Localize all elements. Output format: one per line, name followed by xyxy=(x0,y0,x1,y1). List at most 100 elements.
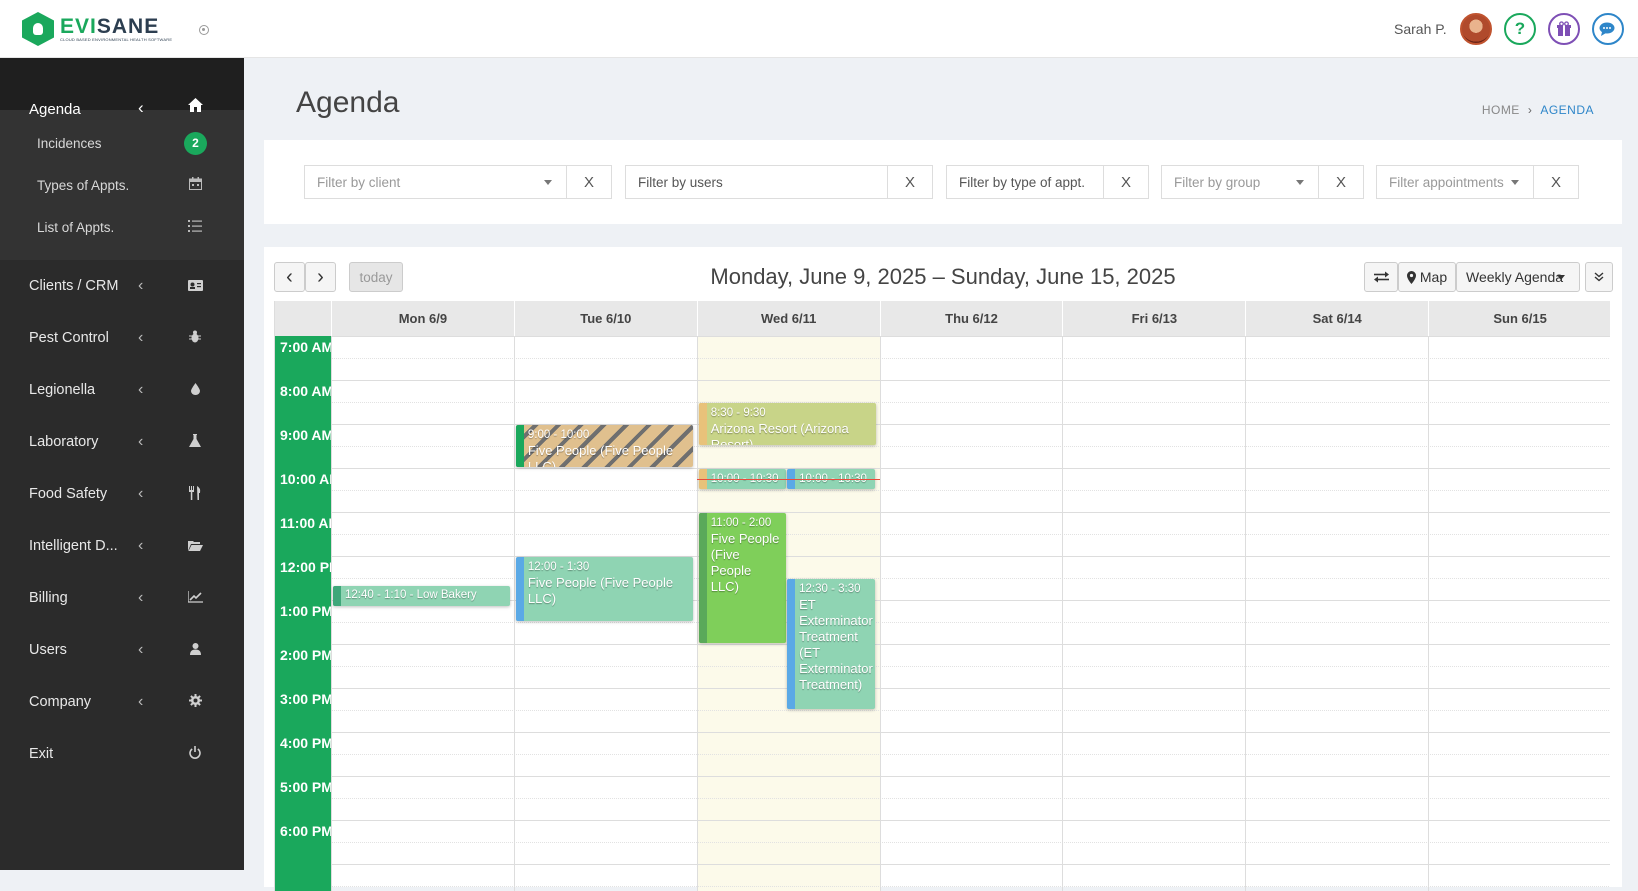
appointment-event[interactable]: 12:30 - 3:30 ET Exterminator Treatment (E… xyxy=(787,579,875,709)
avatar[interactable] xyxy=(1460,13,1492,45)
event-color-bar xyxy=(333,586,341,607)
swap-button[interactable] xyxy=(1364,262,1398,292)
sidebar-item-users[interactable]: Users ‹ xyxy=(0,624,244,676)
more-options-button[interactable] xyxy=(1585,262,1613,292)
sidebar-item-label: Types of Appts. xyxy=(37,177,130,193)
time-slot-label: 4:00 PM xyxy=(280,735,333,751)
chat-button[interactable] xyxy=(1592,13,1624,45)
day-header[interactable]: Sun 6/15 xyxy=(1428,301,1610,336)
group-filter-clear-button[interactable]: X xyxy=(1319,166,1363,198)
sidebar-item-incidences[interactable]: Incidences 2 xyxy=(0,122,244,164)
day-header[interactable]: Thu 6/12 xyxy=(879,301,1063,336)
sidebar-item-exit[interactable]: Exit xyxy=(0,728,244,780)
logo-name-a: EVI xyxy=(60,14,97,38)
bug-shield-logo-icon xyxy=(22,12,54,46)
half-hour-gridline xyxy=(331,358,1610,359)
event-color-bar xyxy=(698,403,707,445)
sidebar-item-agenda[interactable]: Agenda ‹ xyxy=(0,58,244,118)
time-slot-label: 3:00 PM xyxy=(280,691,333,707)
appt-type-filter: Filter by type of appt. X xyxy=(946,165,1149,199)
user-name[interactable]: Sarah P. xyxy=(1394,21,1447,37)
time-slot-label: 2:00 PM xyxy=(280,647,333,663)
sidebar-toggle-icon[interactable] xyxy=(199,25,209,35)
chevron-left-icon: ‹ xyxy=(138,433,144,450)
users-filter-input[interactable]: Filter by users xyxy=(626,166,888,198)
chevron-left-icon: ‹ xyxy=(138,537,144,554)
half-hour-gridline xyxy=(331,666,1610,667)
chevron-left-icon: ‹ xyxy=(138,589,144,606)
breadcrumb-separator: › xyxy=(1527,103,1533,117)
sidebar-item-billing[interactable]: Billing ‹ xyxy=(0,572,244,624)
calendar-panel: ‹ › today Monday, June 9, 2025 – Sunday,… xyxy=(264,247,1622,891)
time-axis-column: 7:00 AM 8:00 AM 9:00 AM 10:00 AM 11:00 AM 12:… xyxy=(275,336,341,891)
half-hour-gridline xyxy=(331,842,1610,843)
sidebar-item-legionella[interactable]: Legionella ‹ xyxy=(0,364,244,416)
hour-gridline xyxy=(331,776,1610,777)
sidebar-item-clients-crm[interactable]: Clients / CRM ‹ xyxy=(0,260,244,312)
sidebar-item-laboratory[interactable]: Laboratory ‹ xyxy=(0,416,244,468)
appt-type-filter-clear-button[interactable]: X xyxy=(1104,166,1148,198)
appointments-filter-clear-button[interactable]: X xyxy=(1534,166,1578,198)
group-filter: Filter by group X xyxy=(1161,165,1364,199)
caret-down-icon xyxy=(1296,180,1304,185)
list-icon xyxy=(187,219,203,235)
folder-open-icon xyxy=(187,539,203,554)
sidebar-menu: Clients / CRM ‹ Pest Control ‹ Legionell… xyxy=(0,260,244,780)
sidebar: Agenda ‹ Incidences 2 Types of Appts. Li… xyxy=(0,58,244,870)
sidebar-item-label: Billing xyxy=(29,590,68,606)
breadcrumb-home-link[interactable]: HOME xyxy=(1482,103,1520,117)
appointment-event[interactable]: 8:30 - 9:30 Arizona Resort (Arizona Resor… xyxy=(698,403,876,445)
day-header[interactable]: Fri 6/13 xyxy=(1062,301,1245,336)
event-time: 12:30 - 3:30 xyxy=(799,583,861,595)
appointments-filter-placeholder: Filter appointments xyxy=(1389,174,1504,190)
appointment-event[interactable]: 12:00 - 1:30 Five People (Five People LLC… xyxy=(515,557,693,621)
appointment-event[interactable]: 11:00 - 2:00 Five People (Five People LLC… xyxy=(698,513,787,643)
drop-icon xyxy=(187,382,203,398)
group-filter-select[interactable]: Filter by group xyxy=(1162,166,1319,198)
user-icon xyxy=(187,642,203,658)
gift-button[interactable] xyxy=(1548,13,1580,45)
event-title: Five People (Five People LLC) xyxy=(527,443,674,467)
day-header[interactable]: Wed 6/11 xyxy=(696,301,880,336)
evisane-logo[interactable]: EVISANE CLOUD BASED ENVIRONMENTAL HEALTH… xyxy=(22,12,172,46)
sidebar-item-types-of-appts[interactable]: Types of Appts. xyxy=(0,164,244,206)
sidebar-item-pest-control[interactable]: Pest Control ‹ xyxy=(0,312,244,364)
event-time: 11:00 - 2:00 xyxy=(710,517,772,529)
hour-gridline xyxy=(331,380,1610,381)
appointment-event[interactable]: 9:00 - 10:00 Five People (Five People LLC… xyxy=(515,425,693,467)
event-title: ET Exterminator Treatment (ET Exterminat… xyxy=(799,597,873,692)
users-filter-clear-button[interactable]: X xyxy=(888,166,932,198)
caret-down-icon xyxy=(1557,275,1565,280)
hour-gridline xyxy=(331,336,1610,337)
day-header[interactable]: Sat 6/14 xyxy=(1245,301,1428,336)
calendar-grid: Mon 6/9 Tue 6/10 Wed 6/11 Thu 6/12 Fri 6/13 S… xyxy=(274,301,1610,891)
half-hour-gridline xyxy=(331,754,1610,755)
sidebar-item-label: Users xyxy=(29,642,67,658)
sidebar-item-label: List of Appts. xyxy=(37,219,115,235)
chat-icon xyxy=(1599,22,1615,36)
sidebar-item-company[interactable]: Company ‹ xyxy=(0,676,244,728)
appointment-event[interactable]: 12:40 - 1:10 - Low Bakery xyxy=(333,586,510,607)
half-hour-gridline xyxy=(331,622,1610,623)
caret-down-icon xyxy=(1511,180,1519,185)
view-select[interactable]: Weekly Agenda xyxy=(1456,262,1580,292)
day-header[interactable]: Tue 6/10 xyxy=(513,301,697,336)
day-header[interactable]: Mon 6/9 xyxy=(331,301,514,336)
home-icon xyxy=(187,98,203,116)
time-slot-label: 6:00 PM xyxy=(280,823,333,839)
sidebar-item-label: Pest Control xyxy=(29,330,109,346)
client-filter-clear-button[interactable]: X xyxy=(567,166,611,198)
sidebar-item-intelligent-d[interactable]: Intelligent D... ‹ xyxy=(0,520,244,572)
hour-gridline xyxy=(331,512,1610,513)
sidebar-item-list-of-appts[interactable]: List of Appts. xyxy=(0,206,244,248)
help-button[interactable]: ? xyxy=(1504,13,1536,45)
chevron-left-icon: ‹ xyxy=(138,641,144,658)
appt-type-filter-input[interactable]: Filter by type of appt. xyxy=(947,166,1104,198)
time-slot-label: 7:00 AM xyxy=(280,339,334,355)
appointments-filter-select[interactable]: Filter appointments xyxy=(1377,166,1534,198)
caret-down-icon xyxy=(544,180,552,185)
sidebar-item-food-safety[interactable]: Food Safety ‹ xyxy=(0,468,244,520)
client-filter-select[interactable]: Filter by client xyxy=(305,166,567,198)
sidebar-item-label: Food Safety xyxy=(29,486,108,502)
map-button[interactable]: Map xyxy=(1398,262,1456,292)
